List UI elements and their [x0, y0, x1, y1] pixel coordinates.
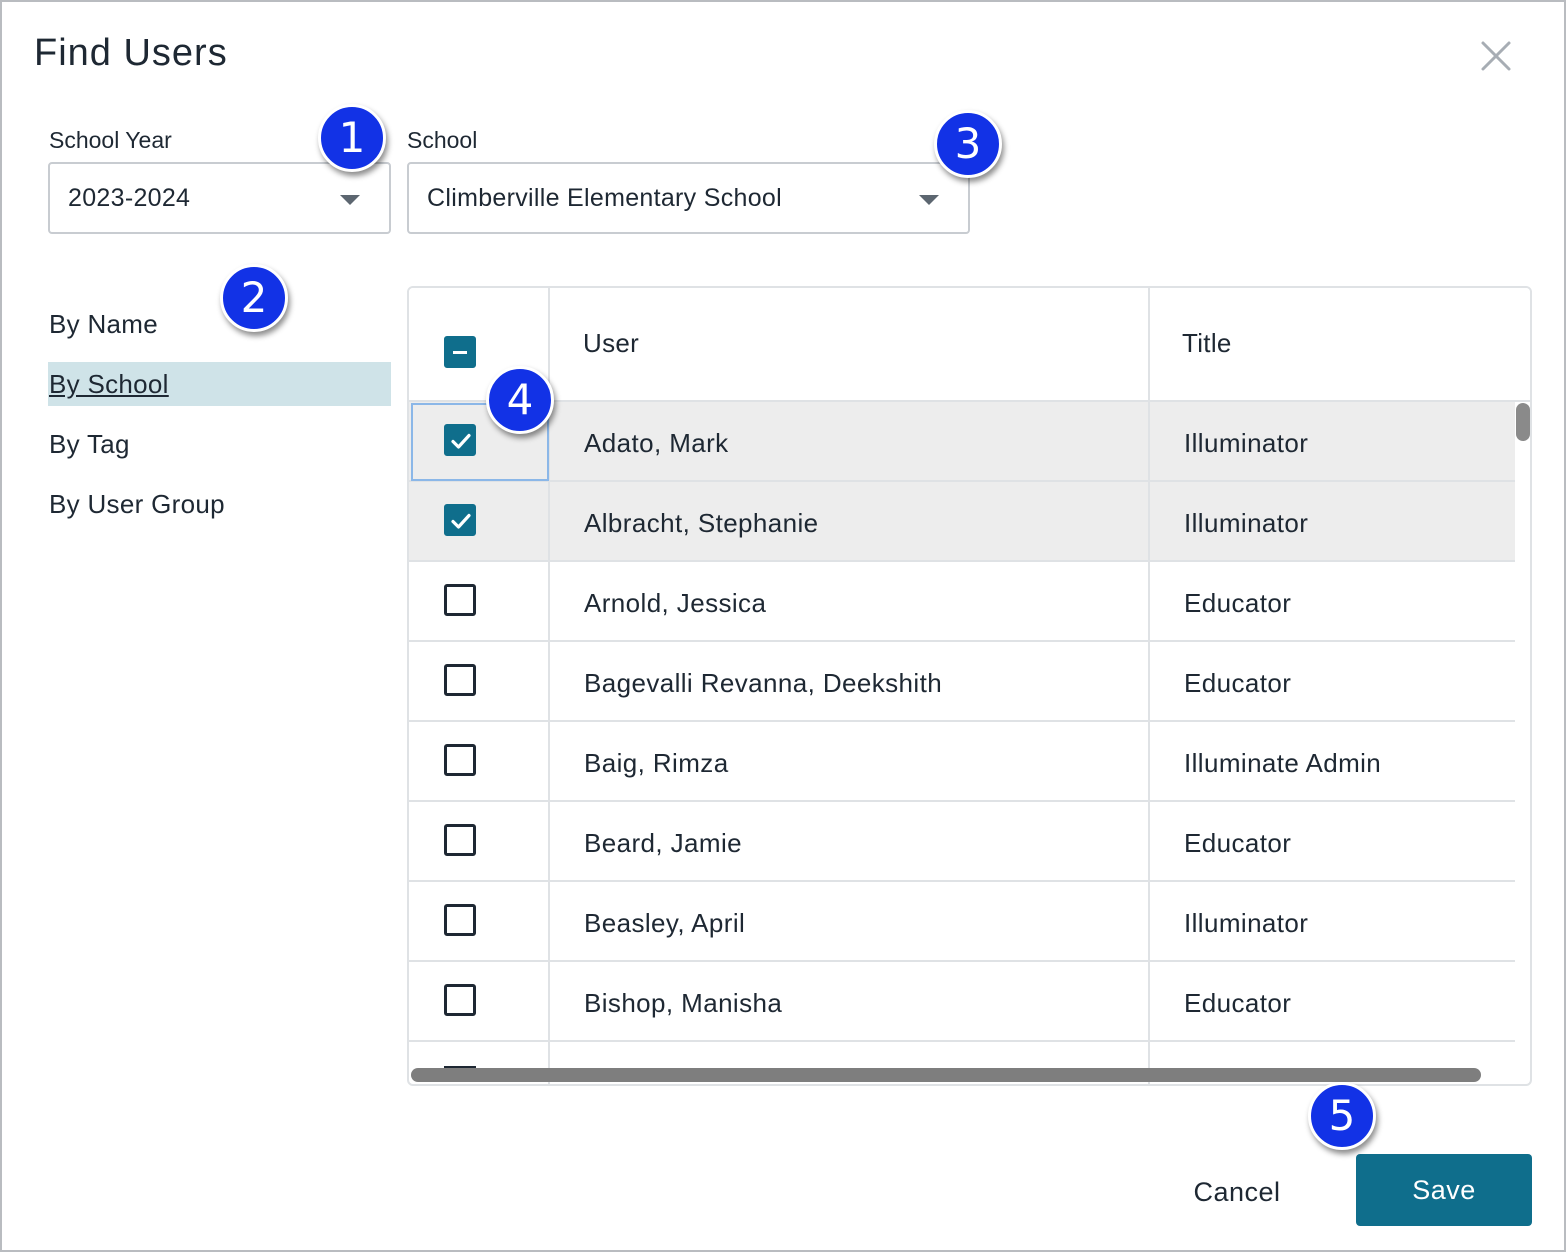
- callout-marker-4: 4: [486, 366, 554, 434]
- horizontal-scrollbar[interactable]: [411, 1068, 1481, 1082]
- user-title: Educator: [1184, 668, 1292, 698]
- school-label: School: [407, 127, 478, 153]
- column-header-title[interactable]: Title: [1182, 328, 1232, 359]
- close-icon[interactable]: [1474, 34, 1518, 78]
- row-checkbox[interactable]: [444, 584, 476, 616]
- school-select[interactable]: Climberville Elementary School: [407, 162, 970, 234]
- row-checkbox[interactable]: [444, 744, 476, 776]
- user-name: Adato, Mark: [584, 428, 729, 458]
- callout-marker-2: 2: [220, 264, 288, 332]
- save-button[interactable]: Save: [1356, 1154, 1532, 1226]
- cancel-button[interactable]: Cancel: [1162, 1162, 1312, 1222]
- chevron-down-icon: [919, 195, 939, 205]
- vertical-scrollbar[interactable]: [1515, 402, 1530, 1084]
- user-name: Baig, Rimza: [584, 748, 729, 778]
- column-divider: [1148, 288, 1150, 1084]
- table-row[interactable]: Arnold, Jessica Educator: [409, 562, 1515, 642]
- user-title: Illuminator: [1184, 428, 1309, 458]
- school-year-value: 2023-2024: [68, 184, 191, 212]
- table-header: User Title: [409, 288, 1530, 402]
- find-users-dialog: Find Users School Year 2023-2024 School …: [0, 0, 1566, 1252]
- nav-by-tag[interactable]: By Tag: [48, 422, 391, 466]
- table-row[interactable]: Baig, Rimza Illuminate Admin: [409, 722, 1515, 802]
- column-header-user[interactable]: User: [583, 328, 639, 359]
- user-name: Albracht, Stephanie: [584, 508, 819, 538]
- user-title: Illuminator: [1184, 508, 1309, 538]
- callout-marker-3: 3: [934, 110, 1002, 178]
- user-name: Beard, Jamie: [584, 828, 742, 858]
- nav-by-school[interactable]: By School: [48, 362, 391, 406]
- user-title: Educator: [1184, 828, 1292, 858]
- table-row[interactable]: Albracht, Stephanie Illuminator: [409, 482, 1515, 562]
- dialog-title: Find Users: [34, 32, 228, 74]
- row-checkbox[interactable]: [444, 824, 476, 856]
- select-all-checkbox[interactable]: [444, 336, 476, 368]
- row-checkbox[interactable]: [444, 504, 476, 536]
- nav-by-user-group[interactable]: By User Group: [48, 482, 391, 526]
- users-table: User Title Adato, Mark Illuminator Albra…: [407, 286, 1532, 1086]
- table-row[interactable]: Beasley, April Illuminator: [409, 882, 1515, 962]
- user-name: Bagevalli Revanna, Deekshith: [584, 668, 943, 698]
- vertical-scroll-thumb[interactable]: [1516, 403, 1530, 441]
- table-row[interactable]: Beard, Jamie Educator: [409, 802, 1515, 882]
- nav-by-name[interactable]: By Name: [48, 302, 391, 346]
- row-checkbox[interactable]: [444, 664, 476, 696]
- user-title: Illuminate Admin: [1184, 748, 1382, 778]
- user-title: Illuminator: [1184, 908, 1309, 938]
- callout-marker-1: 1: [318, 104, 386, 172]
- user-name: Arnold, Jessica: [584, 588, 767, 618]
- user-title: Educator: [1184, 588, 1292, 618]
- row-checkbox[interactable]: [444, 984, 476, 1016]
- row-checkbox[interactable]: [444, 904, 476, 936]
- chevron-down-icon: [340, 195, 360, 205]
- user-name: Beasley, April: [584, 908, 746, 938]
- table-row[interactable]: Bagevalli Revanna, Deekshith Educator: [409, 642, 1515, 722]
- school-year-label: School Year: [49, 127, 172, 153]
- user-name: Bishop, Manisha: [584, 988, 783, 1018]
- table-row[interactable]: Bishop, Manisha Educator: [409, 962, 1515, 1042]
- callout-marker-5: 5: [1308, 1082, 1376, 1150]
- row-checkbox[interactable]: [444, 424, 476, 456]
- school-year-select[interactable]: 2023-2024: [48, 162, 391, 234]
- user-title: Educator: [1184, 988, 1292, 1018]
- table-row[interactable]: Adato, Mark Illuminator: [409, 402, 1515, 482]
- school-value: Climberville Elementary School: [427, 184, 782, 212]
